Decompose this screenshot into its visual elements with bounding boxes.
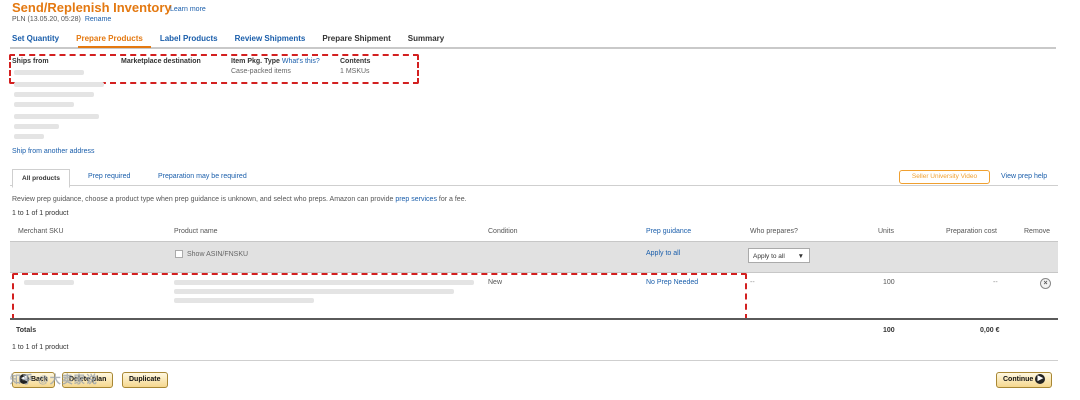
col-remove: Remove: [1024, 228, 1051, 235]
who-prepares-value: --: [750, 279, 755, 286]
address-blur: [14, 102, 74, 107]
workflow-steps: Set Quantity Prepare Products Label Prod…: [12, 34, 461, 43]
col-product-name: Product name: [174, 228, 218, 235]
ship-from-another-link[interactable]: Ship from another address: [12, 148, 95, 155]
product-row-highlight: [12, 273, 747, 320]
guidance-sentence: Review prep guidance, choose a product t…: [12, 196, 394, 203]
learn-more-link[interactable]: Learn more: [170, 6, 206, 13]
col-prep-cost: Preparation cost: [946, 228, 997, 235]
remove-icon[interactable]: ×: [1040, 278, 1051, 289]
duplicate-button[interactable]: Duplicate: [122, 372, 168, 388]
total-cost: 0,00 €: [980, 327, 1000, 334]
ship-info-highlight: [9, 54, 419, 84]
address-blur: [14, 134, 44, 139]
select-value: Apply to all: [753, 253, 785, 260]
col-who-prepares: Who prepares?: [750, 228, 798, 235]
watermark: 知乎 @大卖家说: [10, 374, 98, 386]
prep-services-link[interactable]: prep services: [395, 196, 437, 203]
table-header: Merchant SKU Product name Condition Prep…: [10, 225, 1058, 241]
totals-row: [10, 318, 1058, 342]
arrow-right-icon: ▶: [1035, 374, 1046, 385]
active-step-underline: [78, 46, 151, 48]
bottom-divider: [10, 360, 1058, 361]
guidance-suffix: for a fee.: [438, 196, 467, 203]
address-blur: [14, 82, 104, 87]
plan-subtitle: PLN (13.05.20, 05:28) Rename: [12, 16, 111, 23]
units-value: 100: [883, 279, 895, 286]
tab-all-products[interactable]: All products: [12, 169, 70, 188]
prep-cost-value: --: [993, 279, 998, 286]
step-prepare-products[interactable]: Prepare Products: [76, 34, 143, 43]
step-set-quantity[interactable]: Set Quantity: [12, 34, 59, 43]
address-blur: [14, 70, 84, 75]
show-asin-label: Show ASIN/FNSKU: [187, 250, 249, 258]
product-count-bottom: 1 to 1 of 1 product: [12, 344, 69, 351]
prep-guidance-text: Review prep guidance, choose a product t…: [12, 196, 467, 203]
seller-university-video-button[interactable]: Seller University Video: [899, 170, 990, 184]
total-units: 100: [883, 327, 895, 334]
tab-prep-required[interactable]: Prep required: [88, 173, 130, 180]
address-blur: [14, 92, 94, 97]
col-prep-guidance[interactable]: Prep guidance: [646, 228, 691, 235]
step-prepare-shipment: Prepare Shipment: [322, 34, 391, 43]
show-asin-checkbox[interactable]: [175, 250, 183, 258]
steps-divider: [10, 47, 1056, 49]
apply-to-all-link[interactable]: Apply to all: [646, 250, 680, 257]
continue-label: Continue: [1003, 376, 1034, 383]
show-asin-toggle[interactable]: Show ASIN/FNSKU: [175, 250, 248, 258]
address-blur: [14, 124, 59, 129]
totals-label: Totals: [16, 327, 37, 334]
product-count-top: 1 to 1 of 1 product: [12, 210, 69, 217]
rename-link[interactable]: Rename: [85, 16, 111, 23]
address-blur: [14, 114, 99, 119]
col-condition: Condition: [488, 228, 518, 235]
step-review-shipments[interactable]: Review Shipments: [235, 34, 306, 43]
continue-button[interactable]: Continue ▶: [996, 372, 1053, 388]
step-label-products[interactable]: Label Products: [160, 34, 218, 43]
who-prepares-select[interactable]: Apply to all ▼: [748, 248, 810, 263]
tabs-divider: [10, 185, 1058, 186]
plan-name: PLN (13.05.20, 05:28): [12, 16, 81, 23]
bulk-action-row: Show ASIN/FNSKU Apply to all: [10, 241, 1058, 273]
step-summary: Summary: [407, 34, 445, 43]
col-units: Units: [878, 228, 894, 235]
page-title: Send/Replenish Inventory: [12, 0, 172, 15]
col-merchant-sku: Merchant SKU: [18, 228, 64, 235]
view-prep-help-link[interactable]: View prep help: [1001, 173, 1047, 180]
chevron-down-icon: ▼: [797, 253, 804, 260]
tab-prep-may-be-required[interactable]: Preparation may be required: [158, 173, 247, 180]
